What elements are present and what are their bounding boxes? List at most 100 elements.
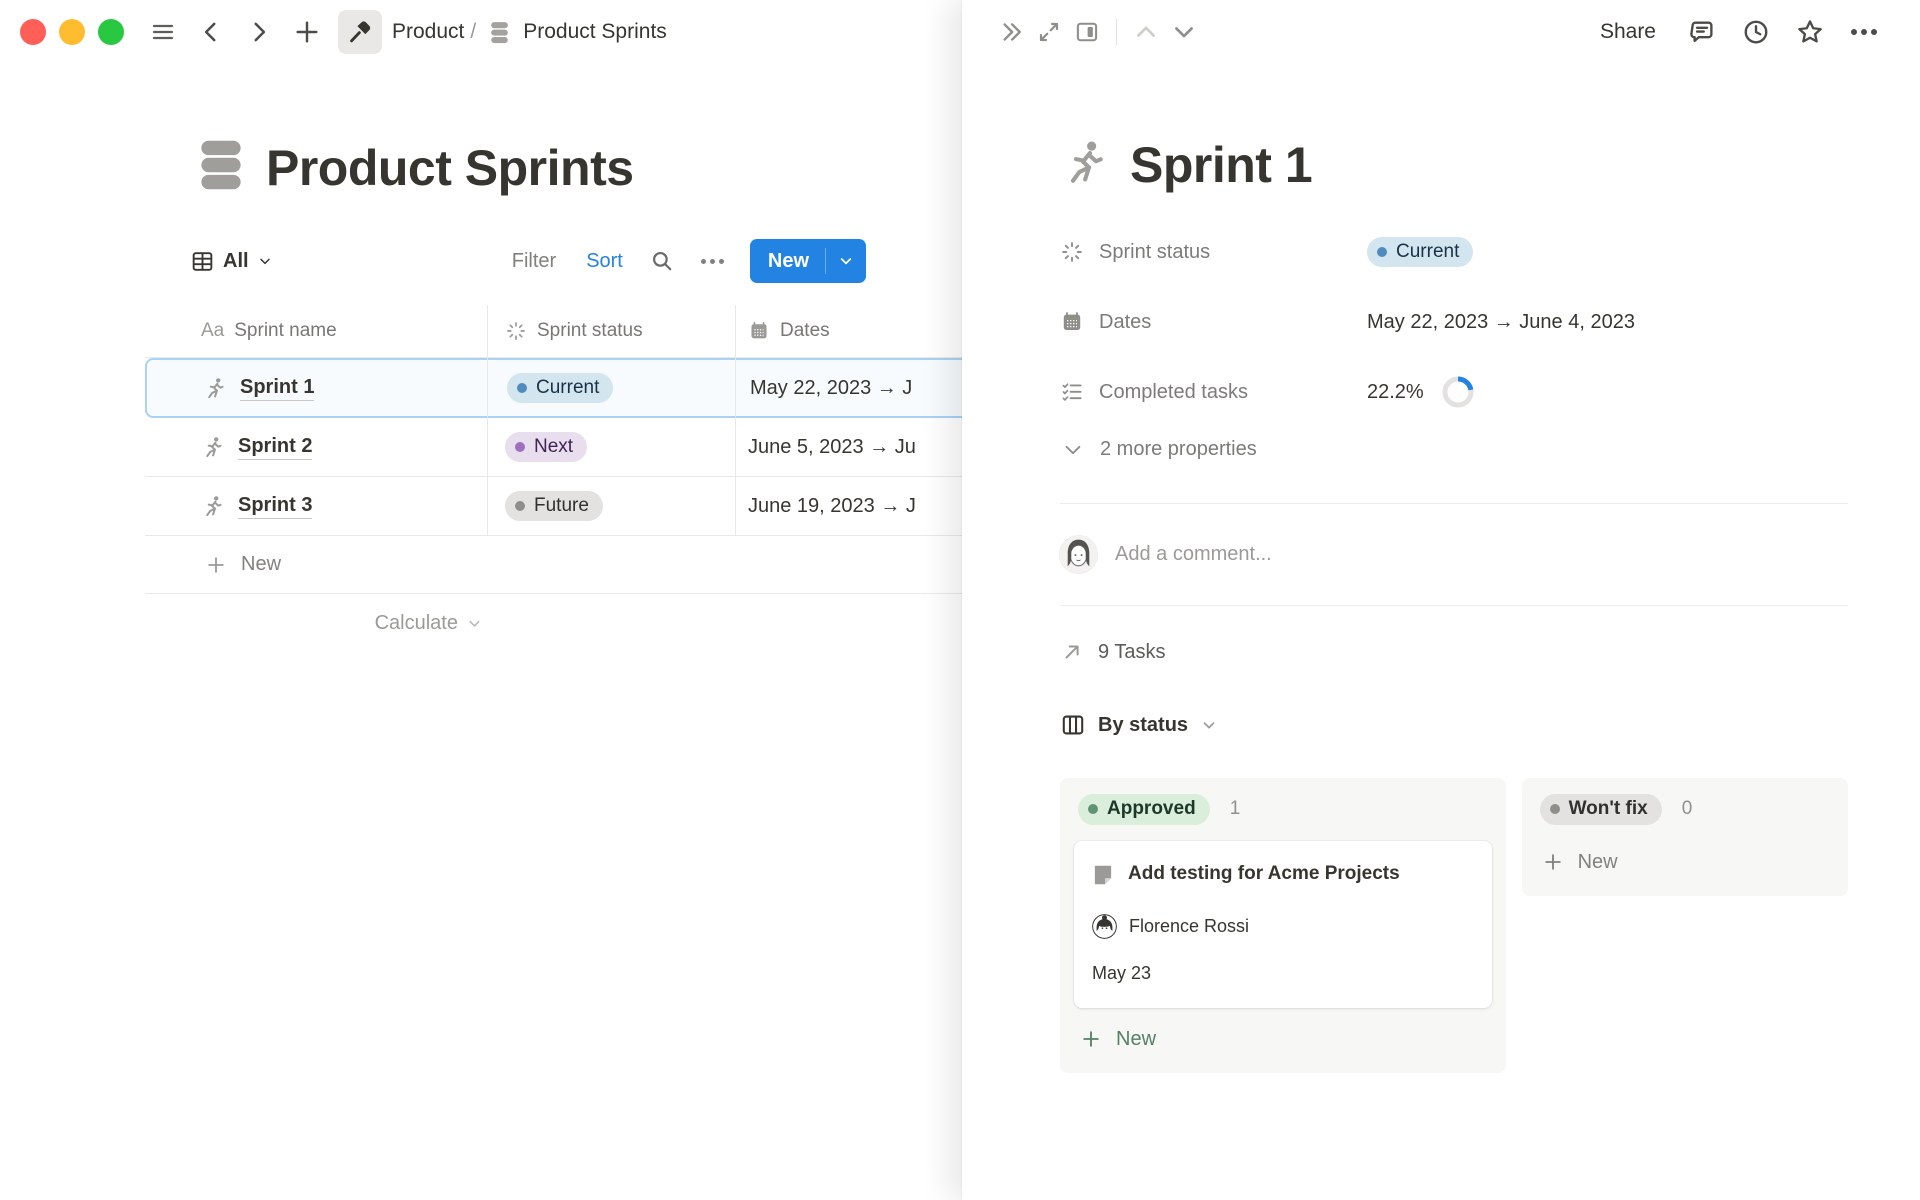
chevron-down-icon (466, 615, 483, 632)
column-header-dates[interactable]: Dates (735, 320, 962, 342)
property-dates[interactable]: Dates May 22, 2023 → June 4, 2023 (1060, 298, 1848, 346)
expand-page-icon[interactable] (1030, 13, 1068, 51)
new-record-button[interactable]: New (750, 239, 866, 283)
record-title-row: Sprint 1 (1060, 136, 1848, 194)
more-properties-toggle[interactable]: 2 more properties (1062, 438, 1848, 461)
next-record-icon[interactable] (1165, 13, 1203, 51)
status-label: Future (534, 495, 589, 518)
status-label: Current (1396, 241, 1459, 264)
search-icon[interactable] (649, 248, 675, 274)
sprint-page-title[interactable]: Sprint 2 (238, 435, 312, 460)
dates-cell[interactable]: May 22, 2023 → J (750, 377, 912, 400)
dates-cell[interactable]: June 19, 2023 → J (748, 495, 916, 518)
new-button-dropdown-icon[interactable] (826, 253, 866, 269)
status-badge[interactable]: Current (1367, 237, 1473, 268)
table-row[interactable]: Sprint 2 Next June 5, 2023 → Ju (145, 418, 962, 477)
favorite-star-icon[interactable] (1790, 12, 1830, 52)
property-completed-tasks[interactable]: Completed tasks 22.2% (1060, 368, 1848, 416)
sidebar-menu-icon[interactable] (146, 15, 180, 49)
chevron-down-icon (1062, 439, 1084, 461)
add-card-button[interactable]: New (1080, 1028, 1492, 1051)
table-row[interactable]: Sprint 1 Current May 22, 2023 → J (145, 358, 962, 418)
column-status-badge[interactable]: Approved (1078, 794, 1210, 825)
column-header-sprint-name[interactable]: Aa Sprint name (145, 320, 487, 342)
more-options-icon[interactable] (1844, 12, 1884, 52)
add-comment-row[interactable]: Add a comment... (1060, 504, 1848, 605)
column-count: 1 (1230, 798, 1241, 820)
status-badge[interactable]: Future (505, 491, 603, 522)
open-as-page-icon[interactable] (1068, 13, 1106, 51)
assignee-name: Florence Rossi (1129, 916, 1249, 937)
close-peek-icon[interactable] (992, 13, 1030, 51)
minimize-window-button[interactable] (59, 19, 85, 45)
record-title[interactable]: Sprint 1 (1130, 136, 1312, 194)
arrow-up-right-icon (1060, 640, 1084, 664)
more-properties-label: 2 more properties (1100, 438, 1257, 461)
column-status-badge[interactable]: Won't fix (1540, 794, 1662, 825)
checklist-icon (1060, 380, 1084, 404)
dates-cell[interactable]: June 5, 2023 → Ju (748, 436, 916, 459)
column-header-sprint-status[interactable]: Sprint status (487, 320, 735, 342)
property-sprint-status[interactable]: Sprint status Current (1060, 228, 1848, 276)
more-options-icon[interactable] (701, 259, 724, 264)
property-label: Sprint status (1099, 241, 1210, 264)
plus-icon (1542, 851, 1564, 873)
product-page-hammer-icon (338, 10, 382, 54)
sprints-table: Aa Sprint name Sprint status Dates (145, 305, 962, 652)
zoom-window-button[interactable] (98, 19, 124, 45)
forward-icon[interactable] (242, 15, 276, 49)
status-badge[interactable]: Next (505, 432, 587, 463)
table-row[interactable]: Sprint 3 Future June 19, 2023 → J (145, 477, 962, 536)
updates-clock-icon[interactable] (1736, 12, 1776, 52)
filter-button[interactable]: Filter (512, 250, 556, 273)
previous-record-icon[interactable] (1127, 13, 1165, 51)
calculate-button[interactable]: Calculate (145, 594, 487, 652)
comment-input[interactable]: Add a comment... (1115, 543, 1272, 566)
board-view-icon (1060, 712, 1086, 738)
column-label: Sprint name (234, 320, 336, 342)
card-title[interactable]: Add testing for Acme Projects (1128, 863, 1400, 885)
board-view-tab[interactable]: By status (1060, 712, 1848, 738)
plus-icon (1080, 1028, 1102, 1050)
database-icon (486, 19, 513, 46)
status-label: Current (536, 377, 599, 400)
add-row-button[interactable]: New (145, 536, 962, 594)
database-toolbar: All Filter Sort New (190, 239, 866, 283)
share-button[interactable]: Share (1600, 20, 1656, 44)
board-column-approved: Approved 1 Add testing for Acme Projects (1060, 778, 1506, 1073)
sort-button[interactable]: Sort (586, 250, 623, 273)
card-date: May 23 (1090, 963, 1474, 984)
breadcrumb-root[interactable]: Product (392, 20, 464, 44)
page-title: Product Sprints (266, 139, 634, 197)
database-icon[interactable] (190, 134, 252, 201)
calculate-label: Calculate (375, 612, 458, 635)
sprint-page-title[interactable]: Sprint 3 (238, 494, 312, 519)
tasks-link-label: 9 Tasks (1098, 641, 1165, 664)
back-icon[interactable] (194, 15, 228, 49)
window-controls (20, 19, 124, 45)
linked-tasks-database[interactable]: 9 Tasks (1060, 640, 1848, 664)
column-label: Dates (780, 320, 830, 342)
table-view-icon (190, 249, 215, 274)
status-label: Next (534, 436, 573, 459)
status-label: Approved (1107, 798, 1196, 821)
new-tab-plus-icon[interactable] (290, 15, 324, 49)
card-assignee: Florence Rossi (1090, 914, 1474, 939)
breadcrumb-separator: / (470, 20, 476, 44)
status-badge[interactable]: Current (507, 373, 613, 404)
view-tab-all[interactable]: All (190, 249, 273, 274)
assignee-avatar (1092, 914, 1117, 939)
calendar-icon (1060, 310, 1084, 334)
add-card-label: New (1116, 1028, 1156, 1051)
add-card-button[interactable]: New (1542, 851, 1834, 874)
sprint-page-title[interactable]: Sprint 1 (240, 376, 314, 401)
close-window-button[interactable] (20, 19, 46, 45)
add-row-label: New (241, 553, 281, 576)
comments-icon[interactable] (1682, 12, 1722, 52)
column-label: Sprint status (537, 320, 643, 342)
board-card[interactable]: Add testing for Acme Projects Florence R… (1074, 841, 1492, 1008)
breadcrumb-current[interactable]: Product Sprints (523, 20, 667, 44)
calendar-icon (748, 320, 770, 342)
runner-icon[interactable] (1060, 137, 1112, 194)
chevron-down-icon (257, 253, 273, 269)
